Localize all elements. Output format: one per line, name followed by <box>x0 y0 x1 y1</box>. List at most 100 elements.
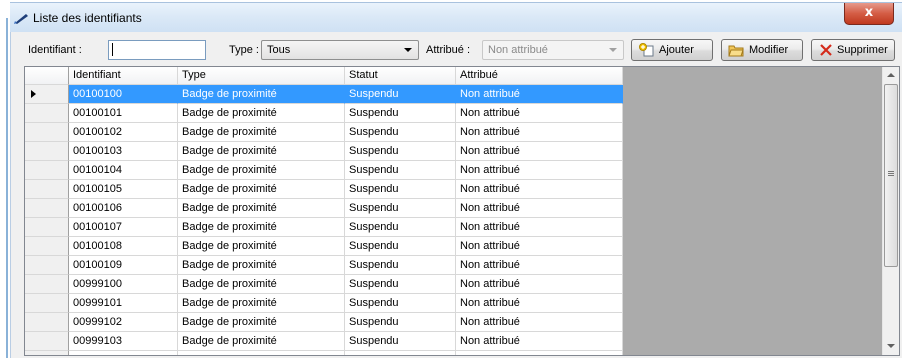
delete-button[interactable]: Supprimer <box>811 39 895 61</box>
cell-statut[interactable]: Suspendu <box>345 256 456 275</box>
cell-type[interactable]: Badge de proximité <box>178 313 345 332</box>
column-header-type[interactable]: Type <box>178 67 345 85</box>
cell-identifiant[interactable]: 00100104 <box>69 161 178 180</box>
cell-attribue[interactable]: Non attribué <box>456 256 623 275</box>
cell-statut[interactable]: Suspendu <box>345 123 456 142</box>
table-row[interactable]: 00100106 Badge de proximité Suspendu Non at… <box>25 199 623 218</box>
cell-identifiant[interactable]: 00100105 <box>69 180 178 199</box>
row-header[interactable] <box>25 199 69 218</box>
cell-type[interactable]: Badge de proximité <box>178 218 345 237</box>
scroll-up-arrow-icon[interactable] <box>883 67 899 84</box>
cell-type[interactable]: Badge de proximité <box>178 180 345 199</box>
scroll-thumb[interactable] <box>884 84 898 267</box>
cell-type[interactable]: Badge de proximité <box>178 104 345 123</box>
table-row[interactable]: 00100105 Badge de proximité Suspendu Non at… <box>25 180 623 199</box>
table-row[interactable]: 00100102 Badge de proximité Suspendu Non at… <box>25 123 623 142</box>
table-row[interactable]: 00999102 Badge de proximité Suspendu Non at… <box>25 313 623 332</box>
row-header[interactable] <box>25 85 69 104</box>
table-row[interactable]: 00100104 Badge de proximité Suspendu Non at… <box>25 161 623 180</box>
table-row[interactable]: 00100103 Badge de proximité Suspendu Non at… <box>25 142 623 161</box>
cell-identifiant[interactable]: 00999103 <box>69 332 178 351</box>
row-header[interactable] <box>25 237 69 256</box>
cell-type[interactable]: Badge de proximité <box>178 256 345 275</box>
cell-statut[interactable]: Suspendu <box>345 332 456 351</box>
cell-statut[interactable]: Suspendu <box>345 294 456 313</box>
row-header[interactable] <box>25 256 69 275</box>
column-header-statut[interactable]: Statut <box>345 67 456 85</box>
cell-type[interactable]: Badge de proximité <box>178 351 345 355</box>
cell-statut[interactable]: Suspendu <box>345 142 456 161</box>
cell-statut[interactable]: Suspendu <box>345 313 456 332</box>
row-header[interactable] <box>25 218 69 237</box>
cell-attribue[interactable]: Non attribué <box>456 142 623 161</box>
cell-attribue[interactable]: Non attribué <box>456 351 623 355</box>
attribue-select[interactable]: Non attribué <box>482 40 624 60</box>
cell-statut[interactable]: Suspendu <box>345 104 456 123</box>
cell-attribue[interactable]: Non attribué <box>456 123 623 142</box>
row-header[interactable] <box>25 104 69 123</box>
cell-identifiant[interactable]: 00100103 <box>69 142 178 161</box>
cell-attribue[interactable]: Non attribué <box>456 218 623 237</box>
title-bar[interactable]: Liste des identifiants x <box>10 2 902 32</box>
row-header[interactable] <box>25 142 69 161</box>
column-header-identifiant[interactable]: Identifiant <box>69 67 178 85</box>
edit-button[interactable]: Modifier <box>721 39 803 61</box>
cell-type[interactable]: Badge de proximité <box>178 294 345 313</box>
cell-type[interactable]: Badge de proximité <box>178 161 345 180</box>
row-header[interactable] <box>25 161 69 180</box>
cell-identifiant[interactable]: 00100108 <box>69 237 178 256</box>
add-button[interactable]: Ajouter <box>631 39 713 61</box>
cell-type[interactable]: Badge de proximité <box>178 275 345 294</box>
cell-attribue[interactable]: Non attribué <box>456 161 623 180</box>
table-row[interactable]: 00100108 Badge de proximité Suspendu Non at… <box>25 237 623 256</box>
row-header[interactable] <box>25 180 69 199</box>
table-row[interactable]: 00999103 Badge de proximité Suspendu Non at… <box>25 332 623 351</box>
cell-attribue[interactable]: Non attribué <box>456 294 623 313</box>
cell-identifiant[interactable]: 00100107 <box>69 218 178 237</box>
cell-identifiant[interactable]: 00100100 <box>69 85 178 104</box>
cell-attribue[interactable]: Non attribué <box>456 104 623 123</box>
row-header[interactable] <box>25 313 69 332</box>
cell-attribue[interactable]: Non attribué <box>456 237 623 256</box>
cell-type[interactable]: Badge de proximité <box>178 332 345 351</box>
cell-identifiant[interactable]: 00999104 <box>69 351 178 355</box>
table-row[interactable]: 00999101 Badge de proximité Suspendu Non at… <box>25 294 623 313</box>
cell-type[interactable]: Badge de proximité <box>178 123 345 142</box>
cell-identifiant[interactable]: 00100101 <box>69 104 178 123</box>
table-row[interactable]: 00100109 Badge de proximité Suspendu Non at… <box>25 256 623 275</box>
cell-type[interactable]: Badge de proximité <box>178 237 345 256</box>
cell-type[interactable]: Badge de proximité <box>178 199 345 218</box>
identifiant-input[interactable] <box>108 40 206 60</box>
cell-identifiant[interactable]: 00999100 <box>69 275 178 294</box>
row-header[interactable] <box>25 294 69 313</box>
cell-identifiant[interactable]: 00100106 <box>69 199 178 218</box>
column-header-attribue[interactable]: Attribué <box>456 67 623 85</box>
table-row[interactable]: 00999104Badge de proximitéSuspenduNon at… <box>25 351 623 355</box>
vertical-scrollbar[interactable] <box>882 67 899 355</box>
table-row[interactable]: 00100107 Badge de proximité Suspendu Non at… <box>25 218 623 237</box>
cell-statut[interactable]: Suspendu <box>345 180 456 199</box>
row-header[interactable] <box>25 332 69 351</box>
cell-identifiant[interactable]: 00999102 <box>69 313 178 332</box>
cell-identifiant[interactable]: 00100102 <box>69 123 178 142</box>
type-select[interactable]: Tous <box>261 40 419 60</box>
row-header[interactable] <box>25 123 69 142</box>
table-row[interactable]: 00100101 Badge de proximité Suspendu Non at… <box>25 104 623 123</box>
cell-attribue[interactable]: Non attribué <box>456 313 623 332</box>
table-row[interactable]: 00100100 Badge de proximité Suspendu Non at… <box>25 85 623 104</box>
cell-identifiant[interactable]: 00100109 <box>69 256 178 275</box>
row-header[interactable] <box>25 275 69 294</box>
row-header[interactable] <box>25 351 69 355</box>
cell-attribue[interactable]: Non attribué <box>456 275 623 294</box>
close-button[interactable]: x <box>844 3 894 25</box>
table-row[interactable]: 00999100 Badge de proximité Suspendu Non at… <box>25 275 623 294</box>
cell-attribue[interactable]: Non attribué <box>456 85 623 104</box>
cell-attribue[interactable]: Non attribué <box>456 180 623 199</box>
cell-statut[interactable]: Suspendu <box>345 237 456 256</box>
cell-statut[interactable]: Suspendu <box>345 199 456 218</box>
cell-statut[interactable]: Suspendu <box>345 351 456 355</box>
cell-type[interactable]: Badge de proximité <box>178 142 345 161</box>
cell-attribue[interactable]: Non attribué <box>456 199 623 218</box>
cell-attribue[interactable]: Non attribué <box>456 332 623 351</box>
cell-type[interactable]: Badge de proximité <box>178 85 345 104</box>
